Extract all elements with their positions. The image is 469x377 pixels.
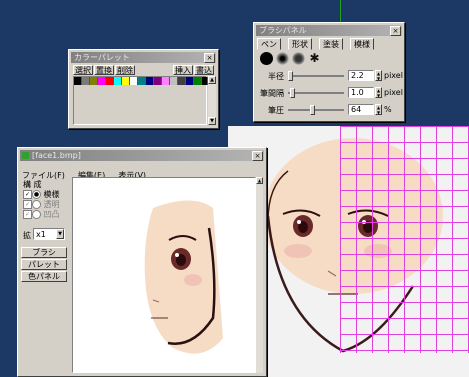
pressure-unit: %	[384, 105, 392, 114]
pressure-label: 筆圧	[268, 106, 284, 115]
color-swatch[interactable]	[194, 77, 202, 85]
tab-paint[interactable]: 塗装	[319, 38, 343, 50]
palette-area[interactable]	[73, 76, 208, 125]
color-swatch[interactable]	[90, 77, 98, 85]
zoom-label: 拡	[23, 231, 31, 240]
color-palette-titlebar[interactable]: カラーパレット ×	[71, 52, 216, 63]
check-icon[interactable]: ✓	[23, 190, 32, 199]
color-swatch[interactable]	[178, 77, 186, 85]
check-icon[interactable]: ✓	[23, 210, 32, 219]
option-transparent-label: 透明	[43, 200, 60, 209]
close-icon[interactable]: ×	[252, 151, 263, 161]
brush-button[interactable]: ブラシ	[21, 247, 67, 258]
radius-slider[interactable]	[288, 71, 344, 81]
color-palette-window[interactable]: カラーパレット × 選択 置換 削除 挿入 書込 ▲ ▼	[68, 49, 219, 129]
scroll-up-icon[interactable]: ▲	[208, 76, 216, 84]
brush-tabs: ペン 形状 塗装 模様	[257, 38, 401, 50]
select-button[interactable]: 選択	[73, 65, 93, 75]
tab-shape[interactable]: 形状	[288, 38, 312, 50]
color-swatch[interactable]	[154, 77, 162, 85]
menu-bar: ファイル(F) 編集(E) 表示(V)	[22, 163, 262, 180]
option-emboss-label: 凹凸	[43, 210, 60, 219]
pressure-stepper[interactable]: ▲ ▼	[375, 104, 382, 115]
write-button[interactable]: 書込	[194, 65, 214, 75]
pressure-value[interactable]: 64	[348, 104, 374, 115]
brush-shape-spray-icon[interactable]	[292, 52, 305, 65]
image-window-titlebar[interactable]: [face1.bmp] ×	[20, 150, 264, 161]
spacing-unit: pixel	[384, 88, 403, 97]
palette-button[interactable]: パレット	[21, 259, 67, 270]
cursor-line	[340, 0, 341, 24]
brush-panel-titlebar[interactable]: ブラシパネル ×	[256, 25, 402, 36]
palette-toolbar: 選択 置換 削除 挿入 書込	[73, 65, 214, 75]
radio-icon[interactable]: ●	[32, 190, 41, 199]
brush-shape-solid-icon[interactable]	[260, 52, 273, 65]
radius-value[interactable]: 2.2	[348, 70, 374, 81]
close-icon[interactable]: ×	[390, 26, 401, 36]
color-swatch[interactable]	[170, 77, 178, 85]
radius-row: 半径 2.2 ▲ ▼ pixel	[258, 70, 403, 82]
color-swatch[interactable]	[146, 77, 154, 85]
brush-panel-title: ブラシパネル	[259, 26, 307, 35]
brush-shape-soft-icon[interactable]	[276, 52, 289, 65]
image-canvas[interactable]	[72, 177, 256, 373]
pressure-row: 筆圧 64 ▲ ▼ %	[258, 104, 400, 116]
radius-unit: pixel	[384, 71, 403, 80]
grid-overlay	[340, 126, 469, 353]
color-swatch[interactable]	[130, 77, 138, 85]
insert-button[interactable]: 挿入	[173, 65, 193, 75]
tab-pen[interactable]: ペン	[257, 38, 281, 50]
color-swatch[interactable]	[122, 77, 130, 85]
spacing-value[interactable]: 1.0	[348, 87, 374, 98]
brush-panel-window[interactable]: ブラシパネル × ペン 形状 塗装 模様 ✱ 半径 2.2 ▲ ▼ pixel 筆…	[253, 22, 405, 122]
color-panel-button[interactable]: 色パネル	[21, 271, 67, 282]
scroll-up-icon[interactable]: ▲	[256, 177, 263, 184]
color-swatch[interactable]	[162, 77, 170, 85]
color-palette-title: カラーパレット	[74, 53, 130, 62]
chevron-down-icon[interactable]: ▼	[56, 229, 64, 239]
radius-label: 半径	[268, 72, 284, 81]
slider-thumb[interactable]	[288, 71, 293, 81]
slider-thumb[interactable]	[290, 88, 295, 98]
check-icon[interactable]: ✓	[23, 200, 32, 209]
image-window[interactable]: [face1.bmp] × ファイル(F) 編集(E) 表示(V) 構 成 ✓ ●…	[17, 147, 267, 377]
face-drawing	[144, 200, 223, 354]
color-swatch[interactable]	[98, 77, 106, 85]
pressure-slider[interactable]	[288, 105, 344, 115]
color-swatch[interactable]	[74, 77, 82, 85]
close-icon[interactable]: ×	[204, 53, 215, 63]
radio-icon[interactable]	[32, 200, 41, 209]
left-tool-panel: 構 成 ✓ ● 模様 ✓ 透明 ✓ 凹凸 拡 x1 ▼ ブラシ パレット 色パネル	[21, 177, 71, 373]
radio-icon[interactable]	[32, 210, 41, 219]
color-swatch[interactable]	[82, 77, 90, 85]
spacing-stepper[interactable]: ▲ ▼	[375, 87, 382, 98]
app-icon	[22, 152, 29, 159]
spacing-row: 筆間隔 1.0 ▲ ▼ pixel	[258, 87, 403, 99]
delete-button[interactable]: 削除	[115, 65, 135, 75]
spacing-label: 筆間隔	[260, 89, 284, 98]
option-pattern-label: 模様	[43, 190, 60, 199]
scroll-down-icon[interactable]: ▼	[208, 117, 216, 125]
slider-thumb[interactable]	[310, 105, 315, 115]
palette-scrollbar[interactable]: ▲ ▼	[208, 76, 216, 125]
brush-shapes: ✱	[260, 52, 340, 66]
option-emboss[interactable]: ✓ 凹凸	[23, 209, 60, 220]
tab-pattern[interactable]: 模様	[350, 38, 374, 50]
zoom-value: x1	[36, 230, 46, 239]
zoom-select[interactable]: x1 ▼	[33, 228, 65, 240]
color-swatch[interactable]	[106, 77, 114, 85]
color-swatch[interactable]	[186, 77, 194, 85]
brush-shape-star-icon[interactable]: ✱	[308, 52, 321, 65]
image-window-title: [face1.bmp]	[32, 151, 81, 160]
color-swatch[interactable]	[138, 77, 146, 85]
spacing-slider[interactable]	[288, 88, 344, 98]
swatch-row[interactable]	[74, 77, 208, 85]
vertical-scrollbar[interactable]: ▲	[256, 177, 263, 373]
radius-stepper[interactable]: ▲ ▼	[375, 70, 382, 81]
replace-button[interactable]: 置換	[94, 65, 114, 75]
color-swatch[interactable]	[114, 77, 122, 85]
